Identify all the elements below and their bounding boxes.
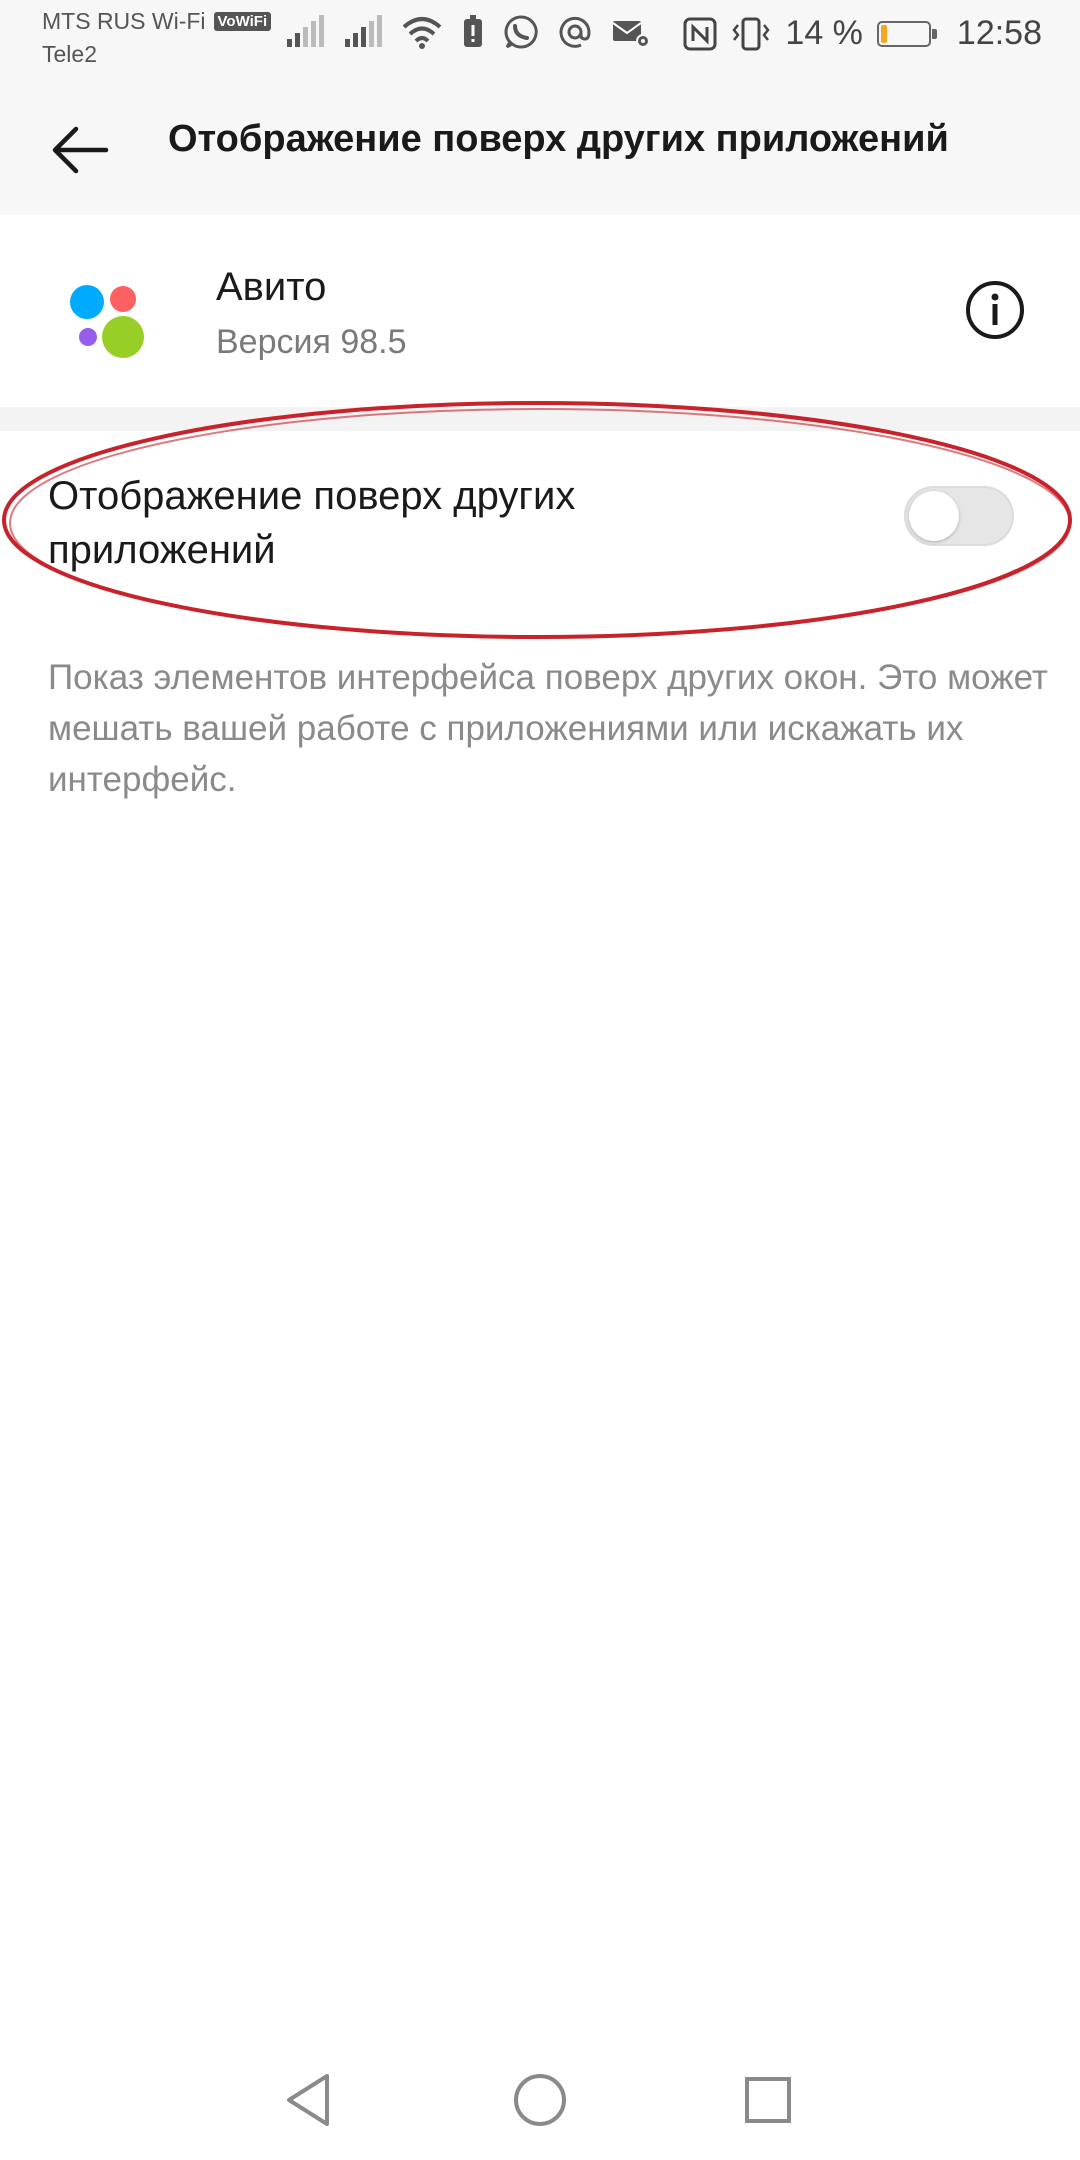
alert-icon: [464, 15, 482, 47]
overlay-permission-row[interactable]: Отображение поверх других приложений: [0, 431, 1080, 601]
info-icon: [966, 281, 1024, 339]
app-bar: Отображение поверх других приложений: [0, 80, 1080, 215]
battery-fill: [880, 24, 888, 43]
nav-recents-button[interactable]: [728, 2060, 808, 2140]
back-triangle-icon: [287, 2074, 329, 2126]
screen: MTS RUS Wi-Fi VoWiFi Tele2 14 % 12:58 От…: [0, 0, 1080, 2160]
overlay-permission-description: Показ элементов интерфейса поверх других…: [48, 658, 1048, 799]
signal-2-icon: [345, 15, 382, 47]
app-info: Авито Версия 98.5: [0, 215, 1080, 407]
carrier-primary-label: MTS RUS Wi-Fi: [42, 8, 206, 34]
wifi-icon: [402, 17, 442, 49]
app-name: Авито: [216, 265, 327, 309]
avito-dot-green: [102, 316, 144, 358]
signal-1-icon: [287, 15, 324, 47]
arrow-left-icon: [52, 126, 109, 174]
at-icon: [559, 16, 591, 48]
clock: 12:58: [956, 14, 1042, 52]
home-circle-icon: [514, 2074, 566, 2126]
avito-dot-purple: [79, 328, 97, 346]
app-version: Версия 98.5: [216, 323, 407, 361]
mail-settings-icon: [612, 21, 650, 48]
avito-dot-blue: [70, 285, 104, 319]
status-bar: MTS RUS Wi-Fi VoWiFi Tele2 14 % 12:58: [0, 0, 1080, 80]
avito-dot-red: [110, 286, 136, 312]
status-icons-right: 14 % 12:58: [683, 14, 1042, 53]
battery-icon: [876, 20, 937, 47]
back-button[interactable]: [40, 110, 120, 190]
vowifi-badge: VoWiFi: [213, 12, 272, 31]
switch-knob: [909, 491, 959, 541]
carrier-primary: MTS RUS Wi-Fi VoWiFi: [42, 8, 272, 35]
app-info-button[interactable]: [960, 275, 1030, 345]
nfc-icon: [683, 17, 717, 50]
page-title: Отображение поверх других приложений: [168, 118, 949, 160]
nav-back-button[interactable]: [268, 2060, 348, 2140]
carrier-secondary: Tele2: [42, 41, 97, 67]
navigation-bar: [0, 2040, 1080, 2160]
nav-home-button[interactable]: [500, 2060, 580, 2140]
recents-square-icon: [745, 2077, 791, 2123]
vibrate-icon: [732, 17, 771, 50]
section-divider: [0, 407, 1080, 431]
whatsapp-icon: [504, 15, 538, 49]
status-icons-left: [285, 14, 651, 50]
battery-percent: 14 %: [785, 14, 863, 52]
avito-app-icon: [70, 285, 144, 358]
overlay-permission-switch[interactable]: [904, 486, 1014, 546]
overlay-permission-label: Отображение поверх других приложений: [48, 474, 576, 572]
